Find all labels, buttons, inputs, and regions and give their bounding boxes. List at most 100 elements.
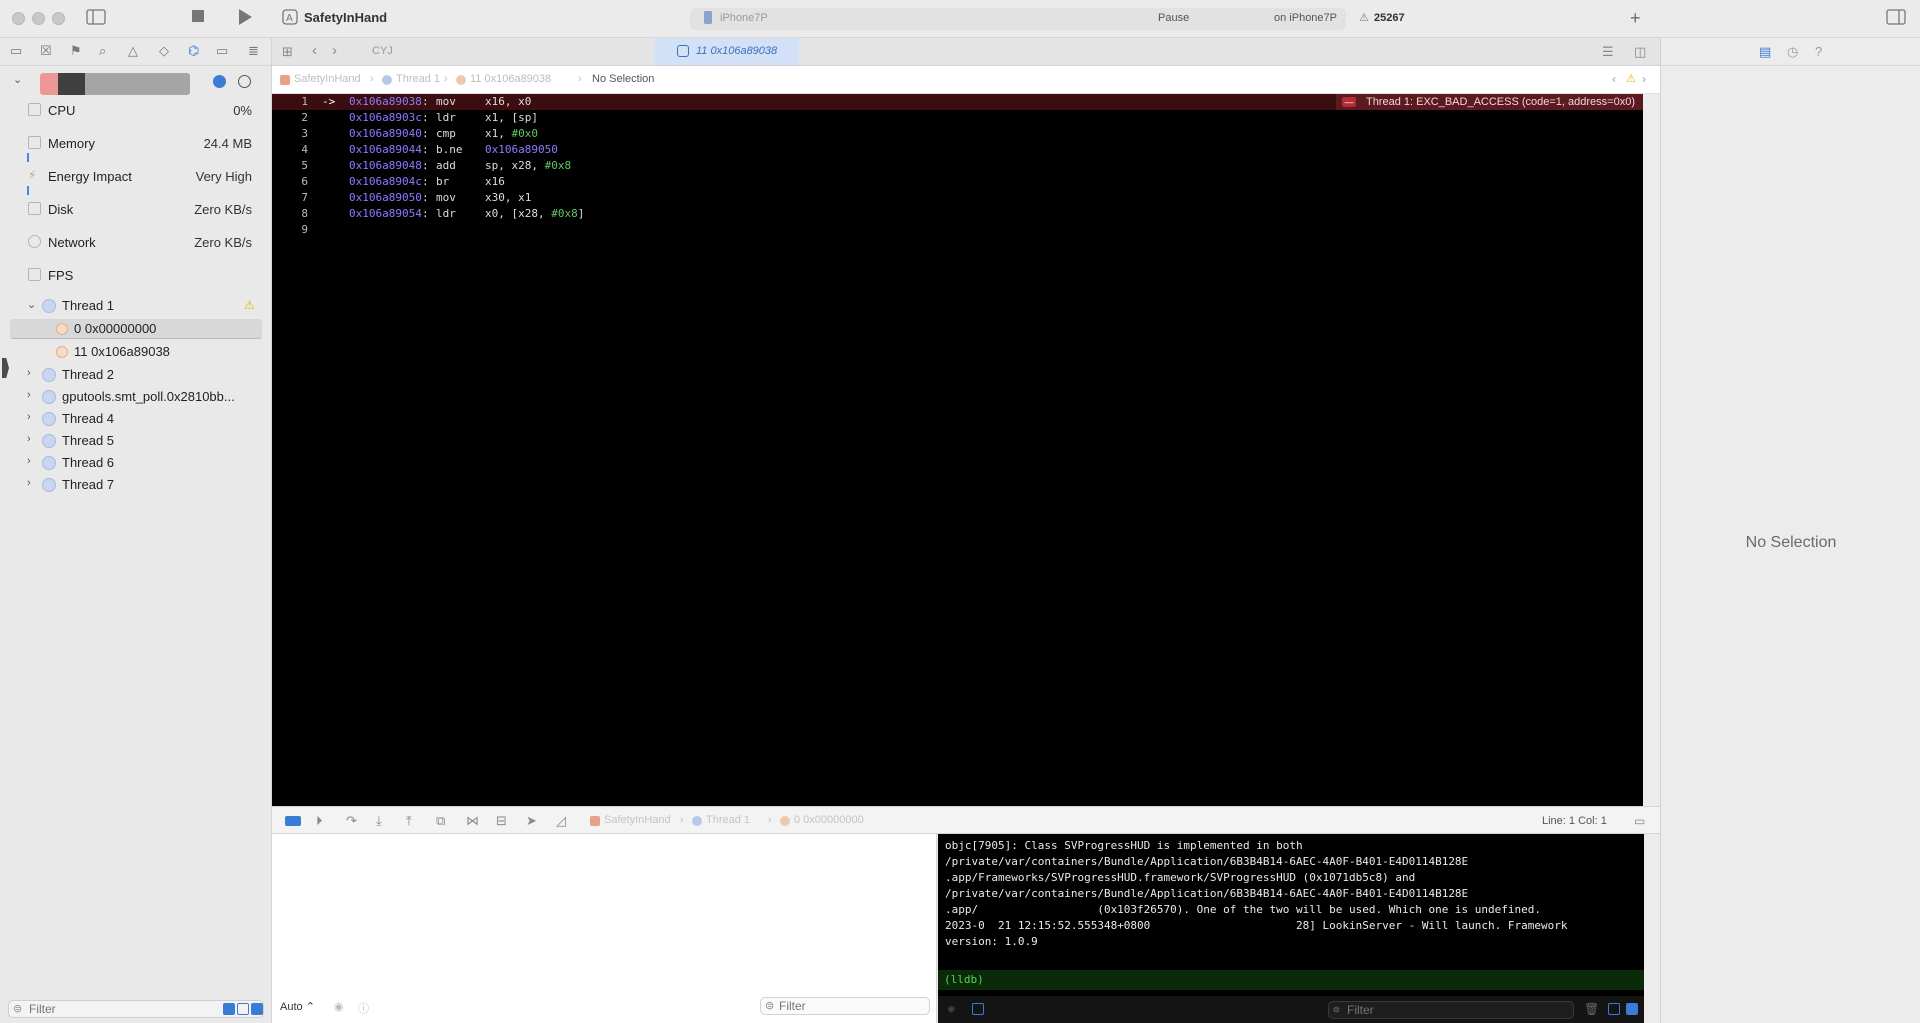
- gauge-memory[interactable]: Memory 24.4 MB: [0, 133, 272, 162]
- filter-option-icon[interactable]: [251, 1003, 263, 1015]
- breakpoints-toggle-icon[interactable]: [285, 816, 301, 826]
- toggle-navigator-icon[interactable]: [86, 9, 106, 31]
- stack-frame-row[interactable]: 0 0x00000000: [10, 319, 262, 339]
- continue-icon[interactable]: ⏵: [316, 813, 323, 829]
- debugbar-thread[interactable]: Thread 1: [706, 814, 750, 826]
- jumpbar-frame[interactable]: 11 0x106a89038: [470, 73, 551, 85]
- chevron-right-icon[interactable]: ›: [27, 411, 31, 423]
- eye-icon[interactable]: ◉: [334, 1000, 344, 1013]
- console-filter[interactable]: ⊜: [1328, 1001, 1574, 1019]
- issue-navigator-icon[interactable]: △: [128, 43, 138, 59]
- console-filter-input[interactable]: [1347, 1003, 1477, 1017]
- code-line[interactable]: 5 0x106a89048: add sp, x28, #0x8: [272, 158, 1643, 174]
- variables-filter[interactable]: ⊜: [760, 997, 930, 1015]
- gauge-energy[interactable]: ⚡ Energy Impact Very High: [0, 166, 272, 195]
- file-inspector-icon[interactable]: ▤: [1759, 44, 1771, 60]
- variables-view[interactable]: Auto ⌃ ◉ ⓘ ⊜: [272, 834, 937, 1023]
- issue-count[interactable]: 25267: [1374, 12, 1405, 24]
- navigator-filter[interactable]: ⊜: [8, 1000, 264, 1018]
- process-row[interactable]: ⌄: [0, 71, 272, 95]
- code-line[interactable]: 3 0x106a89040: cmp x1, #0x0: [272, 126, 1643, 142]
- hide-debug-area-icon[interactable]: ▭: [1634, 814, 1645, 828]
- scope-select[interactable]: Auto ⌃: [280, 1000, 315, 1013]
- crash-annotation[interactable]: — Thread 1: EXC_BAD_ACCESS (code=1, addre…: [1335, 94, 1643, 110]
- thread-row[interactable]: › Thread 4: [0, 409, 272, 429]
- output-options-icon[interactable]: [972, 1003, 984, 1015]
- chevron-down-icon[interactable]: ⌄: [27, 298, 36, 311]
- filter-option-icon[interactable]: [223, 1003, 235, 1015]
- gauge-disk[interactable]: Disk Zero KB/s: [0, 199, 272, 221]
- chevron-right-icon[interactable]: ›: [27, 477, 31, 489]
- code-line[interactable]: 6 0x106a8904c: br x16: [272, 174, 1643, 190]
- memory-graph-icon[interactable]: ⋈: [466, 813, 479, 829]
- warning-icon[interactable]: ⚠: [1359, 11, 1369, 24]
- jumpbar-project[interactable]: SafetyInHand: [294, 73, 361, 85]
- step-out-icon[interactable]: ⤒: [406, 813, 412, 829]
- thread-row[interactable]: ⌄ Thread 1 ⚠: [0, 296, 272, 316]
- trash-icon[interactable]: 🗑: [1584, 1002, 1599, 1016]
- run-icon[interactable]: [237, 8, 253, 32]
- code-line[interactable]: 7 0x106a89050: mov x30, x1: [272, 190, 1643, 206]
- disassembly-editor[interactable]: 1 -> 0x106a89038: mov x16, x0 — Thread 1: EXC_…: [272, 94, 1643, 806]
- jumpbar-thread[interactable]: Thread 1: [396, 73, 440, 85]
- device-label[interactable]: iPhone7P: [720, 12, 768, 24]
- next-issue-icon[interactable]: ›: [1642, 72, 1646, 86]
- debug-navigator-icon[interactable]: ⌬: [188, 43, 199, 59]
- chevron-right-icon[interactable]: ›: [27, 433, 31, 445]
- debug-view-hierarchy-icon[interactable]: ⧉: [436, 813, 445, 829]
- process-settings-icon[interactable]: [238, 75, 251, 88]
- thread-row[interactable]: › Thread 2: [0, 365, 272, 385]
- find-icon[interactable]: ⌕: [99, 43, 106, 59]
- thread-row[interactable]: › Thread 5: [0, 431, 272, 451]
- breakpoint-navigator-icon[interactable]: ▭: [216, 43, 228, 59]
- stack-frame-row[interactable]: 11 0x106a89038: [10, 342, 260, 362]
- eye-icon[interactable]: ◉: [948, 1002, 955, 1015]
- thread-row[interactable]: › gputools.smt_poll.0x2810bb...: [0, 387, 272, 407]
- code-line[interactable]: 4 0x106a89044: b.ne 0x106a89050: [272, 142, 1643, 158]
- thread-row[interactable]: › Thread 7: [0, 475, 272, 495]
- show-variables-icon[interactable]: [1608, 1003, 1620, 1015]
- test-navigator-icon[interactable]: ◇: [159, 43, 169, 59]
- thread-row[interactable]: › Thread 6: [0, 453, 272, 473]
- filter-option-icon[interactable]: [237, 1003, 249, 1015]
- info-icon[interactable]: [213, 75, 226, 88]
- tab-cyj[interactable]: CYJ: [372, 45, 393, 57]
- close-window-button[interactable]: [12, 12, 25, 25]
- editor-options-icon[interactable]: ☰: [1602, 44, 1614, 60]
- console-view[interactable]: objc[7905]: Class SVProgressHUD is imple…: [938, 834, 1644, 1023]
- chevron-right-icon[interactable]: ›: [27, 389, 31, 401]
- code-line[interactable]: 1 -> 0x106a89038: mov x16, x0 — Thread 1: EXC_…: [272, 94, 1643, 110]
- zoom-window-button[interactable]: [52, 12, 65, 25]
- gpu-frame-icon[interactable]: ◿: [556, 813, 566, 829]
- lldb-prompt[interactable]: (lldb): [938, 970, 1644, 990]
- navigator-filter-input[interactable]: [29, 1002, 219, 1016]
- code-line[interactable]: 2 0x106a8903c: ldr x1, [sp]: [272, 110, 1643, 126]
- prev-issue-icon[interactable]: ‹: [1612, 72, 1616, 86]
- step-into-icon[interactable]: ⤓: [376, 813, 382, 829]
- debugbar-project[interactable]: SafetyInHand: [604, 814, 671, 826]
- jumpbar-selection[interactable]: No Selection: [592, 73, 654, 85]
- add-icon[interactable]: +: [1630, 8, 1641, 28]
- help-inspector-icon[interactable]: ?: [1815, 44, 1822, 59]
- gauge-fps[interactable]: FPS: [0, 265, 272, 287]
- warning-icon[interactable]: ⚠: [1626, 72, 1636, 85]
- debugbar-frame[interactable]: 0 0x00000000: [794, 814, 864, 826]
- report-navigator-icon[interactable]: ≣: [248, 43, 259, 59]
- gauge-cpu[interactable]: CPU 0%: [0, 100, 272, 122]
- environment-overrides-icon[interactable]: ⊟: [496, 813, 507, 829]
- code-line[interactable]: 9: [272, 222, 1643, 238]
- stop-icon[interactable]: [191, 9, 205, 29]
- info-icon[interactable]: ⓘ: [358, 1000, 369, 1016]
- bookmark-icon[interactable]: ⚑: [70, 43, 82, 59]
- history-inspector-icon[interactable]: ◷: [1787, 44, 1798, 60]
- chevron-right-icon[interactable]: ›: [27, 455, 31, 467]
- chevron-right-icon[interactable]: ›: [27, 367, 31, 379]
- back-icon[interactable]: ‹: [312, 42, 317, 59]
- toggle-inspector-icon[interactable]: [1886, 9, 1906, 31]
- grid-icon[interactable]: ⊞: [282, 44, 293, 60]
- show-console-icon[interactable]: [1626, 1003, 1638, 1015]
- variables-filter-input[interactable]: [779, 999, 909, 1013]
- minimize-window-button[interactable]: [32, 12, 45, 25]
- app-title[interactable]: SafetyInHand: [304, 10, 387, 25]
- step-over-icon[interactable]: ↷: [346, 813, 357, 829]
